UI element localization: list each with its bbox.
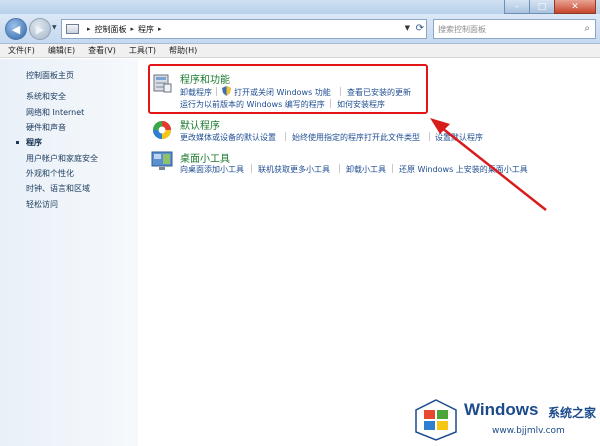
link-uninstall-gadget[interactable]: 卸载小工具: [346, 164, 386, 175]
breadcrumb-programs[interactable]: 程序: [138, 24, 154, 35]
search-box[interactable]: ⌕: [433, 19, 596, 39]
link-change-media-defaults[interactable]: 更改媒体或设备的默认设置: [180, 132, 276, 143]
sidebar-item-hardware[interactable]: 硬件和声音: [26, 122, 66, 133]
watermark-url: www.bjjmlv.com: [492, 426, 565, 436]
left-navigation-pane: 控制面板主页 系统和安全 网络和 Internet 硬件和声音 程序 用户帐户和…: [0, 59, 138, 446]
divider: [392, 164, 393, 173]
chevron-right-icon[interactable]: ▸: [158, 25, 162, 33]
current-item-bullet-icon: [16, 141, 19, 144]
search-input[interactable]: [438, 24, 578, 34]
menu-view[interactable]: 查看(V): [88, 45, 116, 56]
menu-tools[interactable]: 工具(T): [129, 45, 156, 56]
link-file-type-association[interactable]: 始终使用指定的程序打开此文件类型: [292, 132, 420, 143]
sidebar-item-system-security[interactable]: 系统和安全: [26, 91, 66, 102]
section-title-desktop-gadgets[interactable]: 桌面小工具: [180, 150, 230, 165]
sidebar-item-appearance[interactable]: 外观和个性化: [26, 168, 74, 179]
sidebar-item-clock-region[interactable]: 时钟、语言和区域: [26, 183, 90, 194]
title-bar: – □ ✕: [0, 0, 600, 14]
control-panel-icon: [66, 24, 79, 34]
content-pane: 程序和功能 卸载程序 打开或关闭 Windows 功能 查看已安装的更新 运行为…: [139, 59, 600, 446]
address-input[interactable]: ▸ 控制面板 ▸ 程序 ▸ ▼ ⟳: [61, 19, 427, 39]
chevron-right-icon[interactable]: ▸: [87, 25, 91, 33]
menu-bar: 文件(F) 编辑(E) 查看(V) 工具(T) 帮助(H): [0, 44, 600, 58]
link-add-gadgets[interactable]: 向桌面添加小工具: [180, 164, 244, 175]
chevron-right-icon[interactable]: ▸: [131, 25, 135, 33]
arrow-left-icon: ◀: [11, 22, 21, 36]
divider: [251, 164, 252, 173]
minimize-button[interactable]: –: [504, 0, 530, 14]
sidebar-item-user-accounts[interactable]: 用户帐户和家庭安全: [26, 153, 98, 164]
chevron-down-icon[interactable]: ▼: [405, 24, 410, 32]
watermark-brand-cn: 系统之家: [548, 406, 597, 420]
refresh-icon[interactable]: ⟳: [416, 23, 424, 34]
default-programs-icon: [153, 121, 171, 139]
sidebar-item-programs[interactable]: 程序: [26, 137, 42, 148]
highlight-box: [148, 64, 428, 114]
sidebar-item-home[interactable]: 控制面板主页: [26, 70, 74, 81]
address-toolbar: ◀ ▶ ▼ ▸ 控制面板 ▸ 程序 ▸ ▼ ⟳ ⌕: [0, 14, 600, 44]
divider: [339, 164, 340, 173]
link-restore-gadgets[interactable]: 还原 Windows 上安装的桌面小工具: [399, 164, 528, 175]
maximize-button[interactable]: □: [529, 0, 555, 14]
desktop-gadgets-icon: [151, 151, 173, 170]
arrow-right-icon: ▶: [35, 22, 45, 36]
close-button[interactable]: ✕: [554, 0, 596, 14]
link-get-more-gadgets[interactable]: 联机获取更多小工具: [258, 164, 330, 175]
divider: [429, 132, 430, 141]
section-title-default-programs[interactable]: 默认程序: [180, 117, 220, 132]
forward-button[interactable]: ▶: [29, 18, 51, 40]
sidebar-item-network[interactable]: 网络和 Internet: [26, 107, 84, 118]
menu-help[interactable]: 帮助(H): [169, 45, 197, 56]
recent-pages-dropdown[interactable]: ▼: [52, 24, 57, 31]
link-set-default-programs[interactable]: 设置默认程序: [435, 132, 483, 143]
search-icon[interactable]: ⌕: [584, 23, 590, 34]
back-button[interactable]: ◀: [5, 18, 27, 40]
divider: [285, 132, 286, 141]
watermark-brand: Windows: [464, 400, 539, 419]
breadcrumb-control-panel[interactable]: 控制面板: [95, 24, 127, 35]
windows-logo-icon: [415, 399, 457, 441]
menu-file[interactable]: 文件(F): [8, 45, 35, 56]
watermark: Windows 系统之家 www.bjjmlv.com: [412, 398, 598, 444]
sidebar-item-ease-of-access[interactable]: 轻松访问: [26, 199, 58, 210]
menu-edit[interactable]: 编辑(E): [48, 45, 75, 56]
window-controls: – □ ✕: [504, 0, 596, 14]
